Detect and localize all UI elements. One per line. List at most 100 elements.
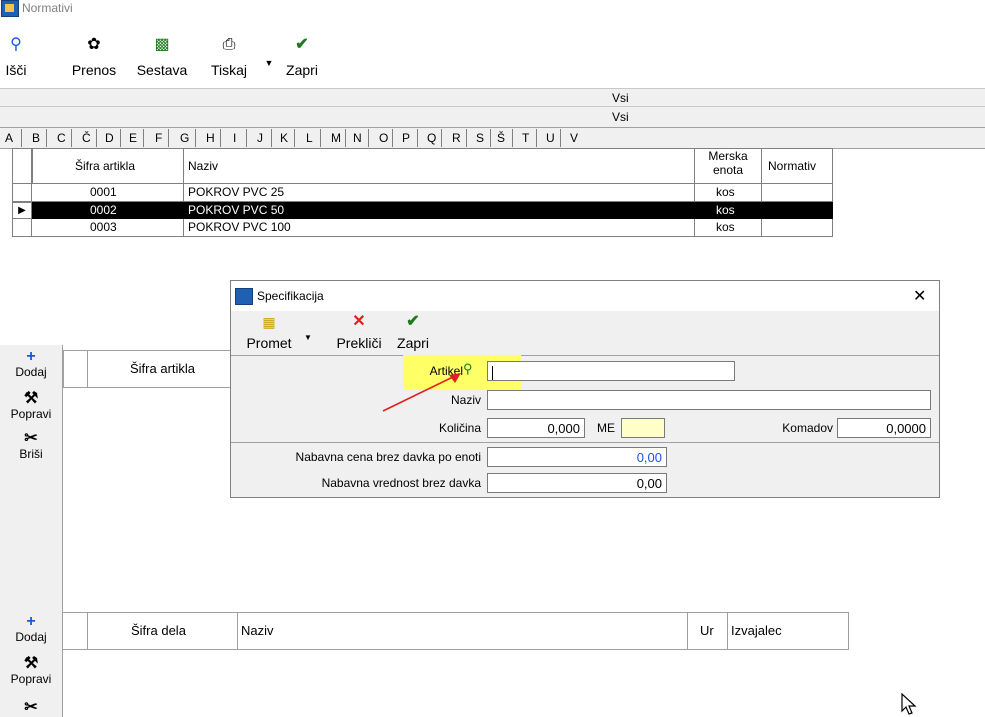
row-pointer-icon: ▶ bbox=[12, 202, 32, 219]
middle-header-code-label: Šifra artikla bbox=[130, 361, 196, 376]
alpha-letter[interactable]: E bbox=[129, 131, 137, 145]
scissors-icon: ✂ bbox=[24, 430, 38, 447]
alpha-letter[interactable]: F bbox=[155, 131, 162, 145]
alpha-letter[interactable]: B bbox=[32, 131, 40, 145]
dialog-close-button[interactable]: ✔ Zapri bbox=[393, 313, 433, 351]
lower-grid-header: Šifra dela Naziv Ur Izvajalec bbox=[63, 612, 849, 650]
alpha-letter[interactable]: A bbox=[5, 131, 13, 145]
alpha-letter[interactable]: Q bbox=[427, 131, 436, 145]
alpha-letter[interactable]: C bbox=[57, 131, 66, 145]
transfer-icon: ✿ bbox=[87, 36, 101, 53]
article-input[interactable] bbox=[487, 361, 735, 381]
middle-header-code[interactable]: Šifra artikla bbox=[87, 350, 234, 388]
lower-header-hours[interactable]: Ur bbox=[700, 623, 714, 638]
close-icon[interactable]: ✕ bbox=[913, 286, 926, 306]
alpha-letter[interactable]: K bbox=[280, 131, 288, 145]
table-row[interactable]: 0001 POKROV PVC 25 kos bbox=[12, 184, 833, 202]
alpha-letter[interactable]: Č bbox=[82, 131, 91, 145]
quantity-value: 0,000 bbox=[547, 421, 580, 436]
print-dropdown-button[interactable]: ▼ bbox=[262, 58, 276, 68]
pieces-value: 0,0000 bbox=[886, 421, 926, 436]
assembly-button[interactable]: ▩ Sestava bbox=[130, 36, 194, 78]
alpha-letter[interactable]: P bbox=[402, 131, 410, 145]
lower-header-code[interactable]: Šifra dela bbox=[131, 623, 186, 638]
alpha-letter[interactable]: L bbox=[306, 131, 313, 145]
hammer-icon: ⚒ bbox=[23, 655, 39, 672]
alphabet-index-bar: A B C Č D E F G H I J K L M N O P Q R S … bbox=[0, 127, 985, 149]
unit-price-value: 0,00 bbox=[636, 450, 662, 465]
cancel-button[interactable]: ✕ Prekliči bbox=[329, 313, 389, 351]
alpha-letter[interactable]: U bbox=[546, 131, 555, 145]
filter-bar-2[interactable]: Vsi bbox=[0, 106, 985, 127]
unit-price-input[interactable]: 0,00 bbox=[487, 447, 667, 467]
main-grid-area: Šifra artikla Naziv Merska enota Normati… bbox=[0, 148, 985, 248]
grid-corner bbox=[12, 148, 32, 184]
lower-header-name[interactable]: Naziv bbox=[241, 623, 274, 638]
alpha-letter[interactable]: O bbox=[379, 131, 388, 145]
main-toolbar: ⚲ Išči ✿ Prenos ▩ Sestava ⎙ Tiskaj ▼ ✔ Z… bbox=[0, 36, 985, 88]
traffic-dropdown-button[interactable]: ▼ bbox=[303, 333, 313, 342]
window-titlebar: Normativi bbox=[0, 0, 985, 22]
value-input[interactable]: 0,00 bbox=[487, 473, 667, 493]
close-label: Zapri bbox=[286, 62, 318, 78]
cell-unit: kos bbox=[716, 203, 735, 217]
checkmark-icon: ✔ bbox=[295, 36, 309, 53]
add-label: Dodaj bbox=[15, 365, 47, 379]
specification-dialog: Specifikacija ✕ ▦ Promet ▼ ✕ Prekliči ✔ … bbox=[230, 280, 940, 498]
alpha-letter[interactable]: I bbox=[233, 131, 236, 145]
traffic-button[interactable]: ▦ Promet bbox=[241, 313, 297, 351]
search-button[interactable]: ⚲ Išči bbox=[2, 36, 30, 78]
add-button[interactable]: + Dodaj bbox=[0, 349, 62, 380]
name-input[interactable] bbox=[487, 390, 931, 410]
filter-bar-1[interactable]: Vsi bbox=[0, 88, 985, 107]
traffic-label: Promet bbox=[246, 335, 292, 351]
edit-button[interactable]: ⚒ Popravi bbox=[0, 390, 62, 422]
alpha-letter[interactable]: Š bbox=[497, 131, 505, 145]
header-norm[interactable]: Normativ bbox=[761, 148, 833, 184]
cell-code: 0002 bbox=[90, 203, 117, 217]
alpha-letter[interactable]: T bbox=[522, 131, 529, 145]
print-button[interactable]: ⎙ Tiskaj bbox=[200, 36, 258, 78]
hammer-icon: ⚒ bbox=[23, 390, 39, 407]
cancel-label: Prekliči bbox=[336, 335, 382, 351]
edit-label: Popravi bbox=[10, 672, 52, 686]
header-unit[interactable]: Merska enota bbox=[694, 148, 762, 184]
name-label: Naziv bbox=[450, 393, 481, 407]
header-unit-line1: Merska bbox=[708, 149, 748, 163]
row-indicator bbox=[12, 184, 32, 201]
alpha-letter[interactable]: G bbox=[180, 131, 189, 145]
transfer-button[interactable]: ✿ Prenos bbox=[68, 36, 120, 78]
alpha-letter[interactable]: N bbox=[353, 131, 362, 145]
close-button[interactable]: ✔ Zapri bbox=[282, 36, 322, 78]
scissors-icon: ✂ bbox=[24, 699, 38, 716]
filter-1-value: Vsi bbox=[612, 91, 629, 105]
quantity-input[interactable]: 0,000 bbox=[487, 418, 585, 438]
header-code[interactable]: Šifra artikla bbox=[32, 148, 184, 184]
alpha-letter[interactable]: V bbox=[570, 131, 578, 145]
add-button[interactable]: + Dodaj bbox=[0, 614, 62, 645]
dialog-close-label: Zapri bbox=[397, 335, 429, 351]
assembly-icon: ▩ bbox=[154, 36, 170, 53]
header-name[interactable]: Naziv bbox=[183, 148, 695, 184]
lower-side-panel: + Dodaj ⚒ Popravi ✂ bbox=[0, 610, 63, 717]
edit-button[interactable]: ⚒ Popravi bbox=[0, 655, 62, 687]
quantity-label: Količina bbox=[438, 421, 481, 435]
pieces-input[interactable]: 0,0000 bbox=[837, 418, 931, 438]
alpha-letter[interactable]: M bbox=[331, 131, 341, 145]
alpha-letter[interactable]: S bbox=[476, 131, 484, 145]
text-caret bbox=[492, 365, 493, 380]
lower-header-performer[interactable]: Izvajalec bbox=[731, 623, 782, 638]
unit-input[interactable] bbox=[621, 418, 665, 438]
chevron-down-icon: ▼ bbox=[264, 58, 274, 68]
table-row-selected[interactable]: ▶ 0002 POKROV PVC 50 kos bbox=[12, 202, 833, 219]
delete-button-partial[interactable]: ✂ bbox=[0, 700, 62, 716]
cell-unit: kos bbox=[716, 185, 735, 199]
alpha-letter[interactable]: H bbox=[206, 131, 215, 145]
alpha-letter[interactable]: R bbox=[452, 131, 461, 145]
table-row[interactable]: 0003 POKROV PVC 100 kos bbox=[12, 219, 833, 237]
header-unit-line2: enota bbox=[712, 163, 744, 177]
print-label: Tiskaj bbox=[210, 62, 248, 78]
delete-button[interactable]: ✂ Briši bbox=[0, 430, 62, 462]
alpha-letter[interactable]: D bbox=[105, 131, 114, 145]
alpha-letter[interactable]: J bbox=[257, 131, 263, 145]
